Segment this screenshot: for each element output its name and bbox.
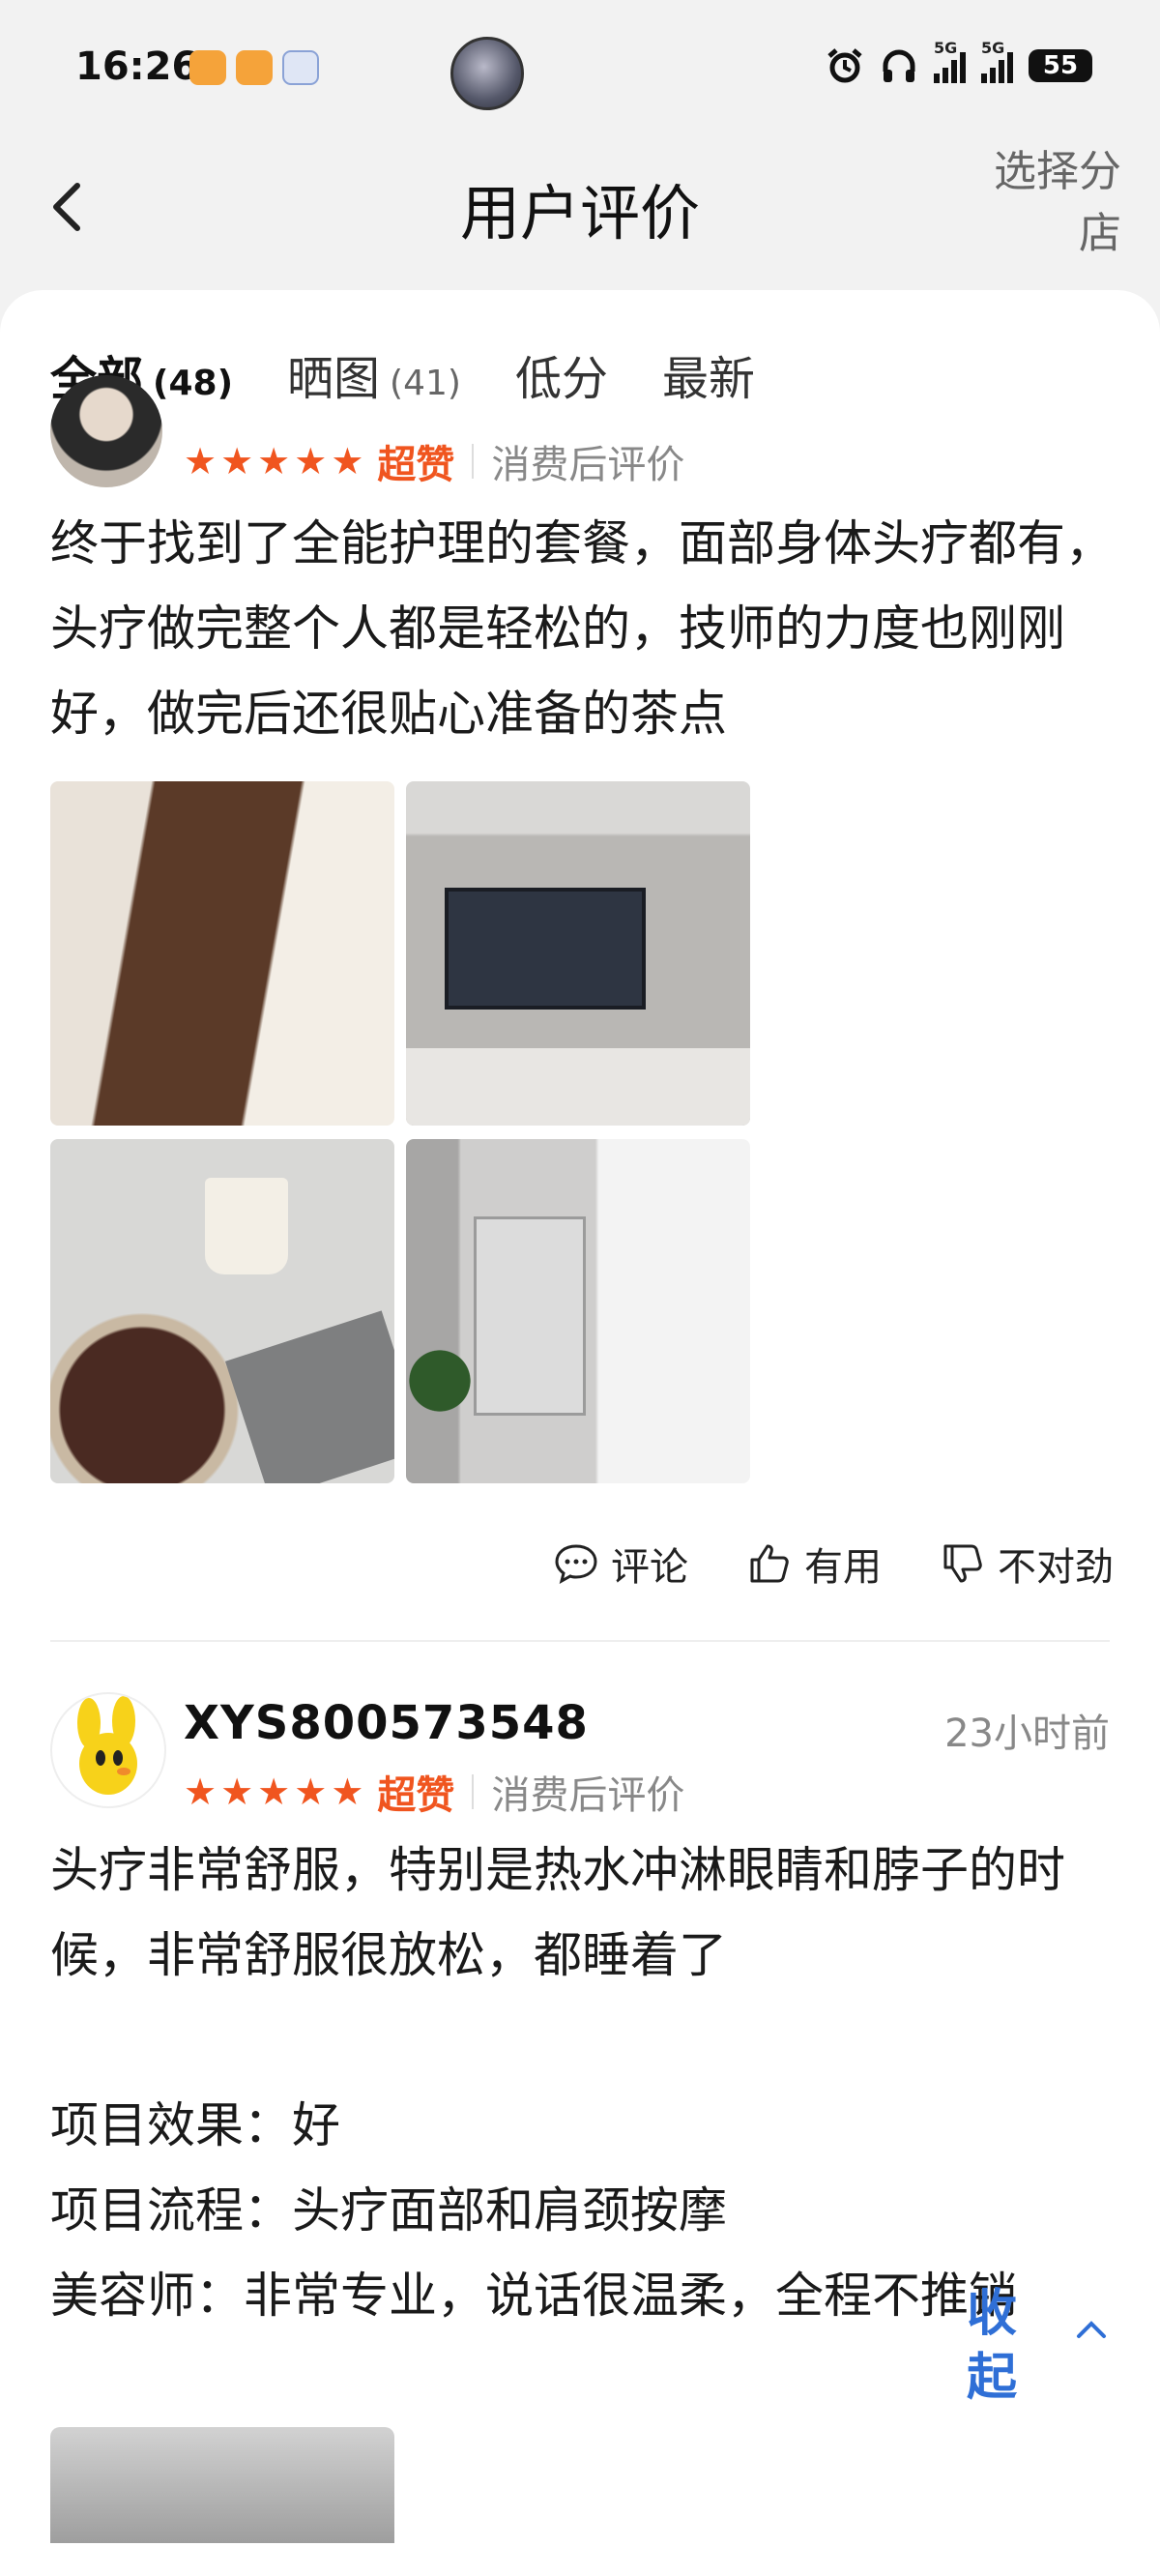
avatar[interactable] bbox=[50, 375, 162, 487]
alarm-icon bbox=[827, 48, 862, 83]
star-icon: ★ bbox=[184, 1771, 218, 1813]
star-icon: ★ bbox=[257, 1771, 291, 1813]
star-rating: ★ ★ ★ ★ ★ bbox=[184, 1772, 363, 1811]
tab-low-score[interactable]: 低分 bbox=[515, 340, 608, 408]
divider bbox=[472, 1774, 475, 1809]
reviews-card: 全部(48) 晒图(41) 低分 最新 ★ ★ ★ ★ ★ 超赞 消费后评价 终… bbox=[0, 290, 1160, 2576]
battery-icon: 55 bbox=[1029, 49, 1092, 82]
star-icon: ★ bbox=[294, 1771, 328, 1813]
app-notification-icon bbox=[189, 50, 226, 85]
star-icon: ★ bbox=[220, 1771, 254, 1813]
star-rating: ★ ★ ★ ★ ★ bbox=[184, 442, 363, 481]
app-notification-icon bbox=[236, 50, 273, 85]
headphones-icon bbox=[883, 49, 915, 82]
nav-header: 用户评价 选择分店 bbox=[0, 135, 1160, 290]
rabbit-avatar-icon bbox=[77, 1696, 137, 1795]
review-photo[interactable] bbox=[406, 1139, 750, 1483]
review-time: 23小时前 bbox=[944, 1712, 1110, 1756]
choose-store-button[interactable]: 选择分店 bbox=[976, 141, 1121, 265]
rating-row: ★ ★ ★ ★ ★ 超赞 消费后评价 bbox=[184, 433, 684, 489]
review-photo[interactable] bbox=[50, 781, 394, 1126]
thumbs-up-icon bbox=[750, 1544, 789, 1583]
star-icon: ★ bbox=[220, 440, 254, 483]
star-icon: ★ bbox=[257, 440, 291, 483]
username[interactable]: XYS800573548 bbox=[184, 1696, 589, 1750]
divider bbox=[472, 444, 475, 479]
review-photo[interactable] bbox=[50, 1139, 394, 1483]
review-text: 头疗非常舒服，特别是热水冲淋眼睛和脖子的时候，非常舒服很放松，都睡着了 项目效果… bbox=[50, 1842, 1065, 2324]
star-icon: ★ bbox=[331, 1771, 364, 1813]
rating-row: ★ ★ ★ ★ ★ 超赞 消费后评价 bbox=[184, 1764, 684, 1820]
status-bar: 16:26 5G 5G 55 bbox=[0, 0, 1160, 135]
tab-photos[interactable]: 晒图 (41) bbox=[287, 340, 461, 408]
signal-icon: 5G bbox=[934, 39, 966, 83]
star-icon: ★ bbox=[294, 440, 328, 483]
chevron-up-icon[interactable] bbox=[1073, 2311, 1110, 2348]
review-tabs: 全部(48) 晒图(41) 低分 最新 bbox=[50, 340, 755, 408]
review-photo[interactable] bbox=[406, 781, 750, 1126]
rating-label: 超赞 bbox=[377, 1773, 455, 1818]
system-icons: 5G 5G 55 bbox=[826, 39, 1092, 85]
status-time: 16:26 bbox=[75, 44, 199, 89]
useful-button[interactable]: 有用 bbox=[746, 1536, 882, 1592]
collapse-button[interactable]: 收起 bbox=[967, 2282, 1025, 2410]
divider bbox=[50, 1640, 1110, 1642]
comment-button[interactable]: 评论 bbox=[553, 1536, 688, 1592]
review-text: 终于找到了全能护理的套餐，面部身体头疗都有，头疗做完整个人都是轻松的，技师的力度… bbox=[50, 515, 1114, 742]
review-type: 消费后评价 bbox=[491, 443, 685, 487]
review-photo[interactable] bbox=[50, 2427, 394, 2543]
review-actions: 评论 有用 不对劲 bbox=[553, 1536, 1114, 1592]
signal-icon: 5G bbox=[981, 39, 1013, 83]
avatar[interactable] bbox=[50, 1692, 166, 1808]
not-right-button[interactable]: 不对劲 bbox=[940, 1536, 1114, 1592]
star-icon: ★ bbox=[184, 440, 218, 483]
bot-notification-icon bbox=[282, 50, 319, 85]
thumbs-down-icon bbox=[943, 1544, 982, 1583]
rating-label: 超赞 bbox=[377, 443, 455, 487]
review-type: 消费后评价 bbox=[491, 1773, 685, 1818]
comment-icon bbox=[555, 1544, 597, 1584]
tab-latest[interactable]: 最新 bbox=[662, 340, 755, 408]
floating-avatar-icon bbox=[450, 37, 524, 110]
star-icon: ★ bbox=[331, 440, 364, 483]
